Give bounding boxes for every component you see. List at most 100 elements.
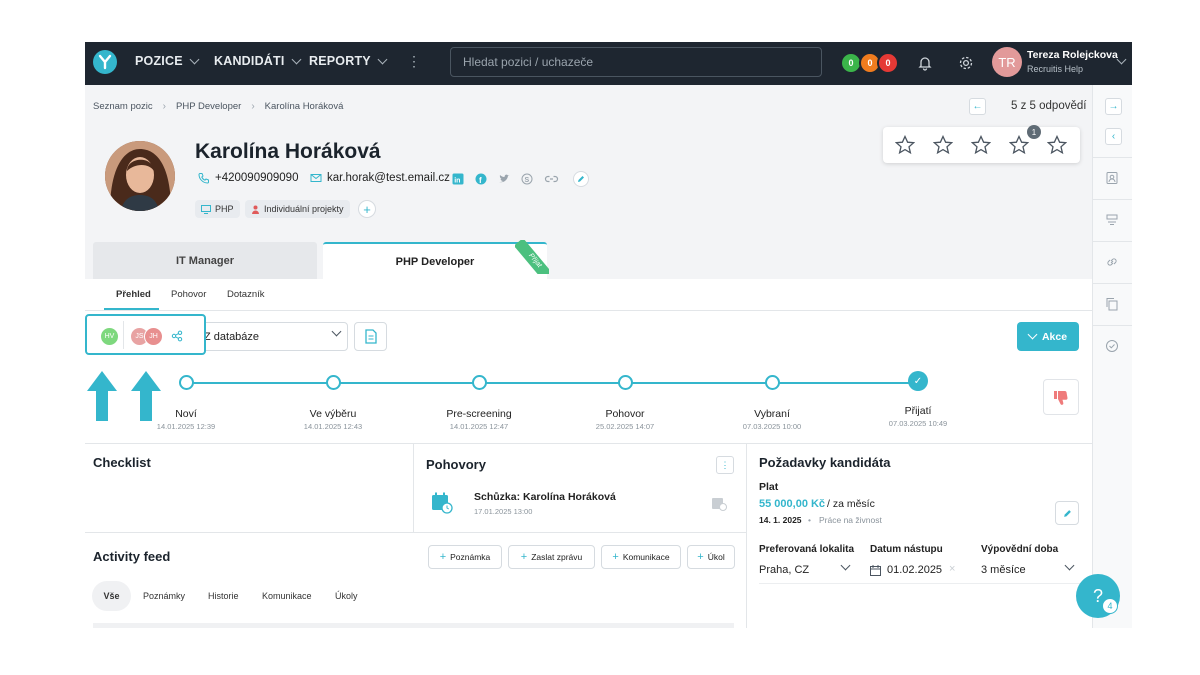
nav-item-label: POZICE [135,54,183,68]
phone-link[interactable]: +420090909090 [198,172,298,184]
send-message-button[interactable]: + Zaslat zprávu [508,545,595,569]
bell-icon[interactable] [917,55,933,71]
search-box[interactable] [450,47,822,77]
rating-stars: 1 [883,125,1080,163]
divider [85,443,1092,444]
feed-tab-all[interactable]: Vše [92,581,131,611]
source-select[interactable]: Z databáze [195,322,348,351]
pipeline-stage[interactable]: Noví 14.01.2025 12:39 [126,375,246,431]
recruiters-highlight: HV JS JH [85,314,206,355]
arrow-right-icon: → [1108,101,1119,112]
top-nav: POZICE KANDIDÁTI REPORTY ⋮ 0 0 0 TR Tere… [85,42,1132,85]
add-tag-button[interactable]: + [358,200,376,218]
user-subtitle: Recruitis Help [1027,64,1084,74]
nav-item-reporty[interactable]: REPORTY [309,54,388,68]
app-logo-icon[interactable] [93,50,117,74]
star-icon[interactable] [1009,135,1029,155]
notice-value: 3 měsíce [981,564,1026,576]
interviews-menu-button[interactable]: ⋮ [716,456,734,474]
pipeline-stage[interactable]: ✓ Přijatí 07.03.2025 10:49 [858,371,978,428]
chevron-down-icon [1027,329,1038,340]
clear-icon[interactable]: × [949,563,955,575]
tab-pohovor[interactable]: Pohovor [171,289,206,300]
start-date-field[interactable]: 01.02.2025 × [870,559,970,581]
stage-node [178,375,194,390]
email-link[interactable]: kar.horak@test.email.cz [310,172,450,184]
add-communication-button[interactable]: + Komunikace [601,545,681,569]
recruiter-avatar[interactable]: HV [100,327,119,346]
profile-card-icon[interactable] [1105,171,1119,185]
feed-tab-history[interactable]: Historie [208,591,239,601]
tag-projects[interactable]: Individuální projekty [245,200,350,218]
feed-list [93,623,734,628]
pipeline-stage[interactable]: Pohovor 25.02.2025 14:07 [565,375,685,431]
notice-select[interactable]: 3 měsíce [981,559,1081,581]
check-circle-icon[interactable] [1105,339,1119,353]
recruiter-avatar[interactable]: JH [144,327,163,346]
twitter-icon[interactable] [498,173,510,185]
edit-profile-button[interactable] [573,171,589,187]
nav-item-label: KANDIDÁTI [214,54,285,68]
monitor-icon [201,204,211,214]
pipeline-stage[interactable]: Pre-screening 14.01.2025 12:47 [419,375,539,431]
skype-icon[interactable]: S [521,173,533,185]
copy-icon[interactable] [1105,297,1119,311]
facebook-icon[interactable]: f [475,173,487,185]
stack-icon[interactable] [1105,213,1119,227]
notice-label: Výpovědní doba [981,544,1059,555]
linkedin-icon[interactable]: in [452,173,464,185]
user-name: Tereza Rolejckova [1027,49,1118,61]
meeting-title[interactable]: Schůzka: Karolína Horáková [474,491,616,503]
reject-button[interactable] [1043,379,1079,415]
button-label: Komunikace [622,552,670,562]
divider [123,321,124,349]
avatar[interactable]: TR [992,47,1022,77]
document-button[interactable] [354,322,387,351]
collapse-sidebar-button[interactable]: ‹ [1105,128,1122,145]
status-badge-red[interactable]: 0 [877,52,899,74]
add-note-button[interactable]: + Poznámka [428,545,502,569]
breadcrumb-item[interactable]: PHP Developer [176,101,241,112]
star-icon[interactable] [1047,135,1067,155]
more-menu-icon[interactable]: ⋮ [407,54,421,68]
tab-php-developer[interactable]: PHP Developer [323,242,547,279]
arrow-up-icon [87,371,117,421]
interviews-title: Pohovory [426,457,486,472]
gear-icon[interactable] [958,55,974,71]
chevron-down-icon[interactable] [1116,54,1127,65]
star-icon[interactable] [895,135,915,155]
calendar-clock-icon[interactable] [711,496,727,511]
star-icon[interactable] [971,135,991,155]
link-icon[interactable] [1105,255,1119,269]
actions-button[interactable]: Akce [1017,322,1079,351]
tab-it-manager[interactable]: IT Manager [93,242,317,279]
pipeline-stage[interactable]: Ve výběru 14.01.2025 12:43 [273,375,393,431]
tab-dotaznik[interactable]: Dotazník [227,289,265,300]
pipeline-stage[interactable]: Vybraní 07.03.2025 10:00 [712,375,832,431]
location-select[interactable]: Praha, CZ [759,559,859,581]
nav-item-kandidati[interactable]: KANDIDÁTI [214,54,301,68]
next-candidate-button[interactable]: → [1105,98,1122,115]
star-icon[interactable] [933,135,953,155]
plus-icon: + [697,551,704,563]
plus-icon: + [439,551,447,563]
prev-candidate-button[interactable]: ← [969,98,986,115]
tag-php[interactable]: PHP [195,200,240,218]
plus-icon: + [363,201,371,217]
feed-tab-tasks[interactable]: Úkoly [335,591,358,601]
edit-requirements-button[interactable] [1055,501,1079,525]
divider [85,310,1092,311]
feed-tab-communication[interactable]: Komunikace [262,591,312,601]
help-count-badge: 4 [1102,598,1118,614]
breadcrumb-item[interactable]: Seznam pozic [93,101,153,112]
add-task-button[interactable]: + Úkol [687,545,735,569]
feed-tab-notes[interactable]: Poznámky [143,591,185,601]
tab-prehled[interactable]: Přehled [116,289,151,300]
link-icon[interactable] [544,173,559,185]
share-icon[interactable] [171,330,183,342]
button-label: Poznámka [450,552,491,562]
chevron-down-icon [189,54,200,64]
search-input[interactable] [463,55,803,69]
thumbs-down-icon [1054,390,1068,405]
nav-item-pozice[interactable]: POZICE [135,54,200,68]
